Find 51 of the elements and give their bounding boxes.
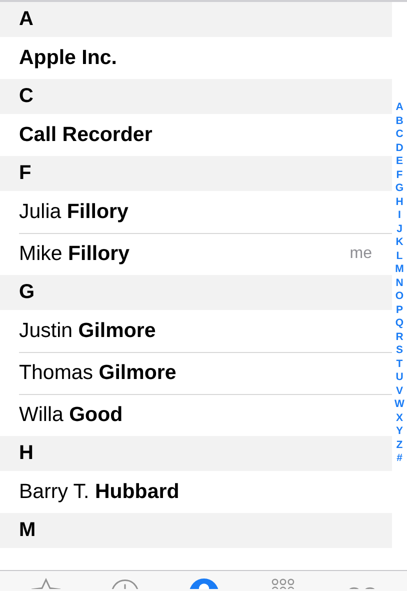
index-letter[interactable]: K bbox=[396, 236, 404, 250]
contact-name: Willa Good bbox=[19, 403, 123, 427]
index-letter[interactable]: E bbox=[396, 155, 403, 168]
index-letter[interactable]: V bbox=[396, 384, 403, 398]
section-header: G bbox=[0, 275, 392, 310]
index-letter[interactable]: I bbox=[398, 209, 401, 222]
contact-row[interactable]: Justin Gilmore bbox=[0, 310, 392, 352]
index-letter[interactable]: W bbox=[394, 398, 404, 412]
contact-row[interactable]: Barry T. Hubbard bbox=[0, 471, 392, 513]
index-letter[interactable]: G bbox=[395, 182, 404, 196]
contact-name: Thomas Gilmore bbox=[19, 361, 176, 385]
contact-name: Mike Fillory bbox=[19, 242, 130, 266]
index-letter[interactable]: S bbox=[396, 344, 403, 358]
contact-row[interactable]: Thomas Gilmore bbox=[0, 352, 392, 394]
index-letter[interactable]: B bbox=[396, 114, 404, 128]
index-letter[interactable]: Z bbox=[396, 438, 403, 452]
index-letter[interactable]: # bbox=[396, 452, 402, 466]
index-letter[interactable]: R bbox=[396, 330, 404, 344]
contact-row[interactable]: Mike Fillory me bbox=[0, 233, 392, 275]
section-header: F bbox=[0, 156, 392, 191]
index-letter[interactable]: O bbox=[395, 290, 404, 304]
section-header: A bbox=[0, 2, 392, 37]
index-letter[interactable]: L bbox=[396, 250, 403, 263]
contact-row[interactable]: Apple Inc. bbox=[0, 37, 392, 79]
section-header: M bbox=[0, 513, 392, 548]
index-letter[interactable]: D bbox=[396, 142, 404, 155]
index-letter[interactable]: M bbox=[395, 263, 404, 276]
section-header: C bbox=[0, 79, 392, 114]
contact-name: Apple Inc. bbox=[19, 46, 117, 70]
contact-name: Justin Gilmore bbox=[19, 319, 156, 343]
contact-row[interactable]: Call Recorder bbox=[0, 114, 392, 156]
contact-name: Barry T. Hubbard bbox=[19, 480, 180, 504]
contact-name: Julia Fillory bbox=[19, 200, 128, 224]
contact-name: Call Recorder bbox=[19, 123, 152, 147]
index-letter[interactable]: T bbox=[396, 358, 403, 371]
contact-row[interactable]: Julia Fillory bbox=[0, 191, 392, 233]
index-letter[interactable]: J bbox=[396, 222, 402, 236]
me-label: me bbox=[350, 245, 372, 263]
index-letter[interactable]: H bbox=[396, 196, 404, 209]
index-letter[interactable]: U bbox=[396, 371, 404, 384]
index-letter[interactable]: C bbox=[396, 128, 404, 142]
index-letter[interactable]: N bbox=[396, 276, 404, 290]
index-letter[interactable]: Q bbox=[395, 317, 404, 330]
index-letter[interactable]: A bbox=[396, 101, 404, 114]
index-letter[interactable]: Y bbox=[396, 425, 403, 438]
index-letter[interactable]: X bbox=[396, 412, 403, 425]
section-header: H bbox=[0, 436, 392, 471]
star-icon[interactable] bbox=[28, 576, 62, 589]
index-letter[interactable]: F bbox=[396, 168, 403, 182]
index-letter[interactable]: P bbox=[396, 304, 403, 317]
contact-row[interactable]: Willa Good bbox=[0, 394, 392, 436]
